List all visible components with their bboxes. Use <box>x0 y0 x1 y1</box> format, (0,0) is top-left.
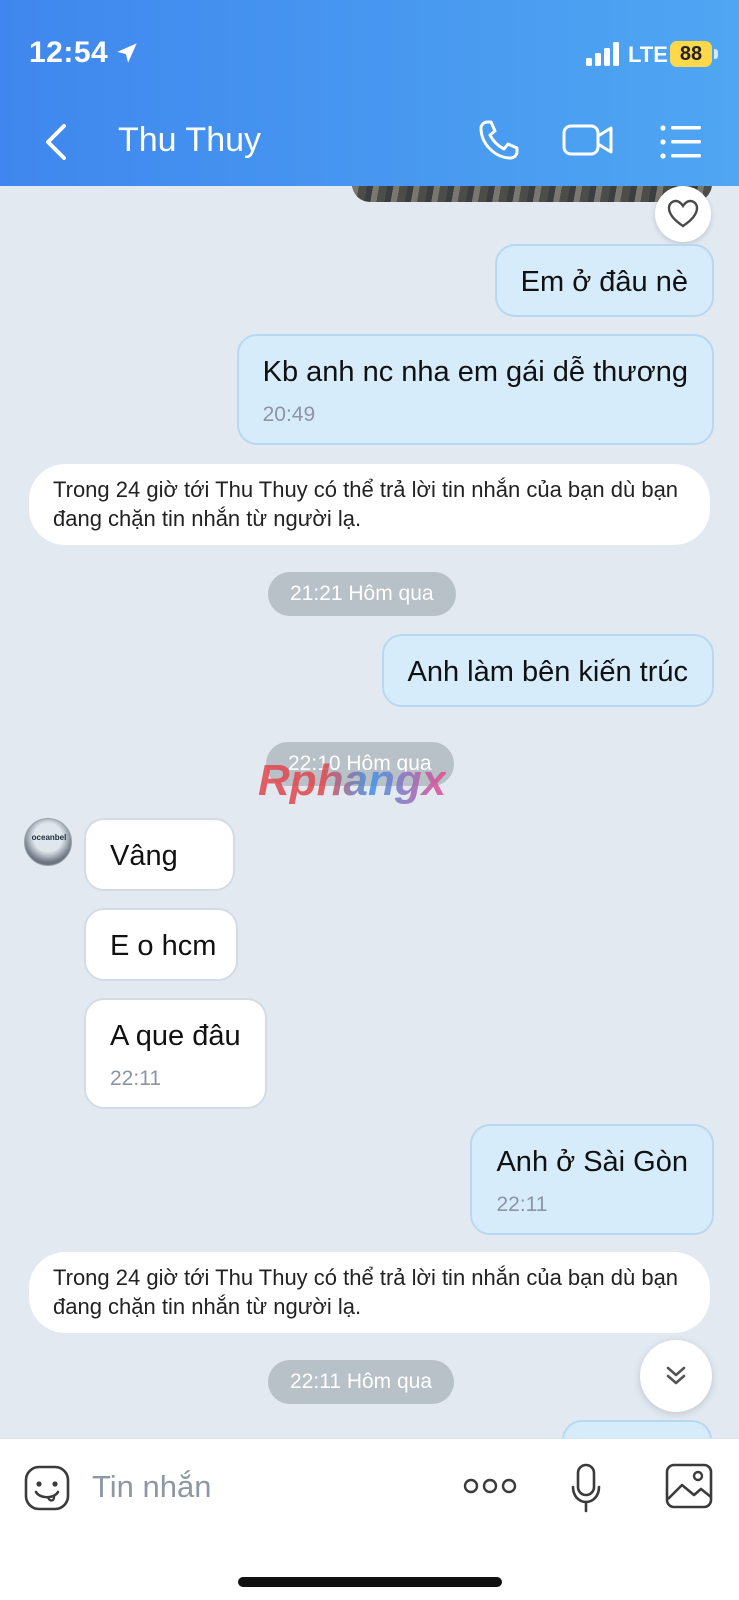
message-bubble-out[interactable]: Anh làm bên kiến trúc <box>381 634 714 708</box>
status-time: 12:54 <box>29 36 109 69</box>
message-time: 20:49 <box>262 403 316 427</box>
avatar[interactable]: oceanbel <box>24 818 72 866</box>
more-dots-icon[interactable] <box>463 1474 517 1498</box>
message-input[interactable] <box>92 1461 432 1513</box>
message-time: 22:11 <box>496 1193 548 1217</box>
chat-title[interactable]: Thu Thuy <box>118 121 261 160</box>
stranger-notice: Trong 24 giờ tới Thu Thuy có thể trả lời… <box>29 464 710 546</box>
message-bubble-out[interactable]: Anh ở Sài Gòn 22:11 <box>470 1124 714 1236</box>
avatar-text: oceanbel <box>31 833 67 842</box>
react-heart-button[interactable] <box>655 186 711 242</box>
message-time: 22:11 <box>110 1067 161 1091</box>
watermark-logo: Rphangx <box>258 756 447 805</box>
network-label: LTE <box>628 42 668 67</box>
scroll-to-bottom-button[interactable] <box>640 1340 712 1412</box>
battery-indicator: 88 <box>670 41 712 67</box>
message-bubble-in[interactable]: A que đâu 22:11 <box>84 998 267 1110</box>
video-camera-icon[interactable] <box>562 120 614 160</box>
signal-icon <box>586 42 619 66</box>
heart-icon <box>667 199 699 228</box>
message-list[interactable]: Em ở đâu nè Kb anh nc nha em gái dễ thươ… <box>0 186 739 1438</box>
home-indicator <box>238 1577 502 1587</box>
message-input-bar <box>0 1438 739 1600</box>
phone-icon[interactable] <box>477 118 521 162</box>
partial-message-bubble[interactable] <box>562 1420 712 1438</box>
message-bubble-in[interactable]: E o hcm <box>84 908 238 982</box>
location-arrow-icon <box>117 43 137 63</box>
date-separator: 21:21 Hôm qua <box>268 572 456 616</box>
message-text: Anh ở Sài Gòn <box>496 1146 688 1178</box>
emoji-icon[interactable] <box>24 1465 70 1511</box>
image-icon[interactable] <box>665 1463 713 1509</box>
list-icon[interactable] <box>659 123 701 161</box>
stranger-notice: Trong 24 giờ tới Thu Thuy có thể trả lời… <box>29 1252 710 1334</box>
message-bubble-out[interactable]: Em ở đâu nè <box>494 244 714 318</box>
message-bubble-in[interactable]: Vâng <box>84 818 235 892</box>
message-text: Anh làm bên kiến trúc <box>407 656 688 688</box>
message-text: A que đâu <box>110 1020 241 1052</box>
message-text: Kb anh nc nha em gái dễ thương <box>262 356 688 388</box>
battery-tip <box>714 49 718 59</box>
message-bubble-out[interactable]: Kb anh nc nha em gái dễ thương 20:49 <box>236 334 714 446</box>
back-button[interactable] <box>38 120 78 164</box>
message-text: Em ở đâu nè <box>520 266 688 298</box>
chat-header: 12:54 LTE 88 Thu Thuy <box>0 0 739 186</box>
message-text: Vâng <box>110 840 178 872</box>
double-chevron-down-icon <box>666 1366 686 1385</box>
date-separator: 22:11 Hôm qua <box>268 1360 455 1404</box>
microphone-icon[interactable] <box>570 1463 602 1513</box>
message-text: E o hcm <box>110 930 217 962</box>
